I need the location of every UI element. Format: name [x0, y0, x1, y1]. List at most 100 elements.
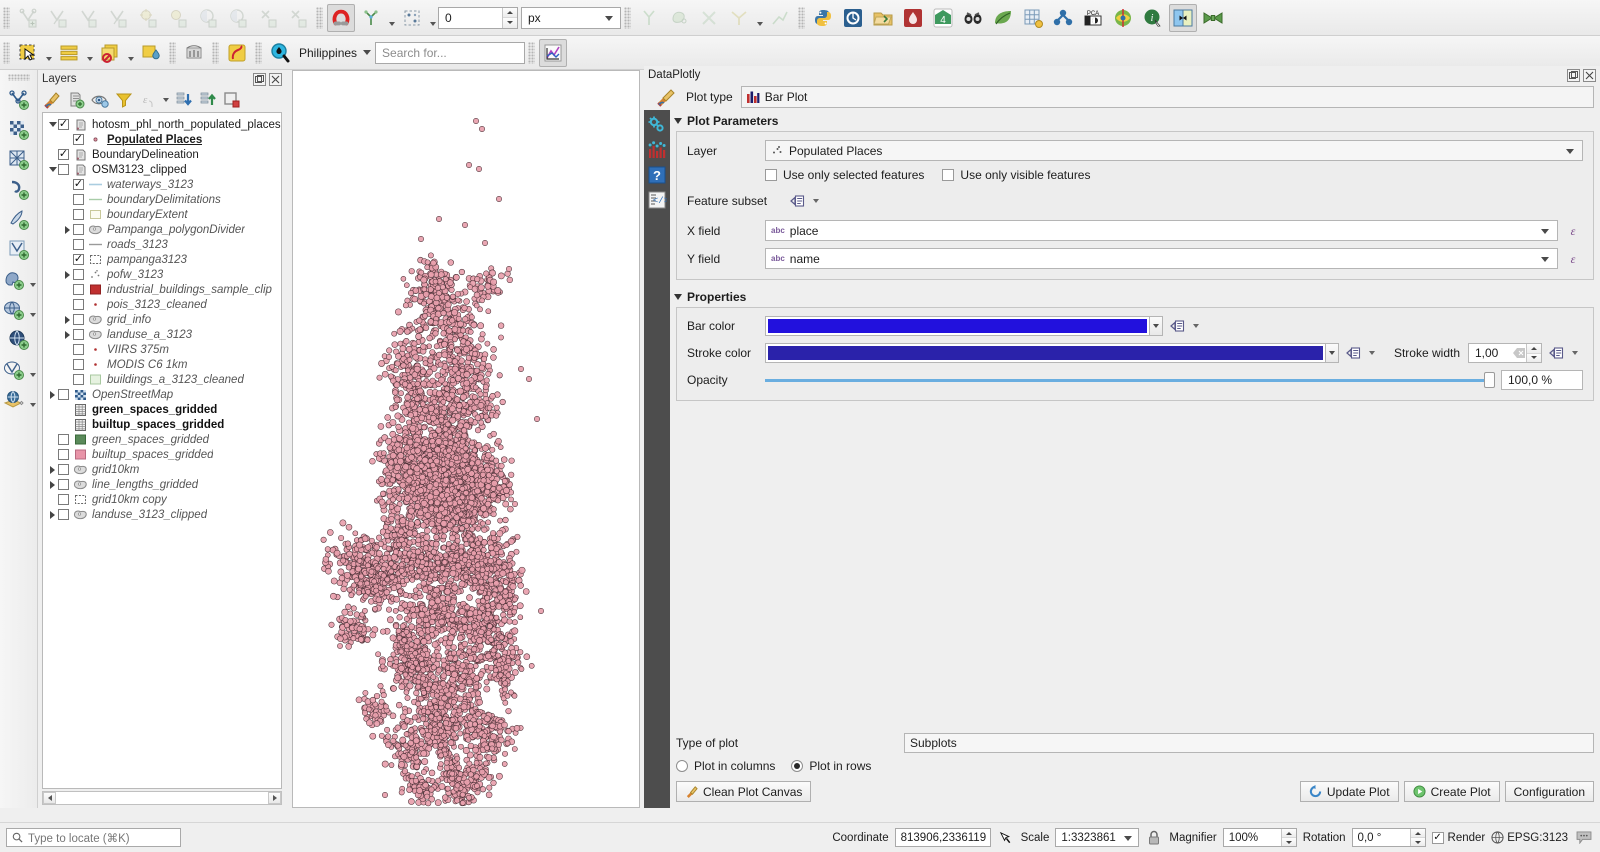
expand-collapse-right-icon[interactable] — [47, 511, 58, 519]
layer-tree-item[interactable]: buildings_a_3123_cleaned — [43, 372, 281, 387]
dataplotly-undock-icon[interactable] — [1567, 69, 1580, 82]
stroke-color-button[interactable] — [765, 343, 1326, 363]
bar-color-button[interactable] — [765, 316, 1150, 336]
layer-visibility-checkbox[interactable] — [58, 479, 69, 490]
layer-visibility-checkbox[interactable] — [73, 329, 84, 340]
layer-visibility-checkbox[interactable] — [73, 179, 84, 190]
deselect-features-icon[interactable] — [96, 39, 124, 67]
layer-tree-item[interactable]: grid10km copy — [43, 492, 281, 507]
layer-tree-item[interactable]: BoundaryDelineation — [43, 147, 281, 162]
layer-tree-item[interactable]: VIIRS 375m — [43, 342, 281, 357]
new-shapefile-layer-icon[interactable] — [5, 86, 33, 114]
select-features-caret-icon[interactable] — [43, 39, 54, 67]
scroll-right-icon[interactable] — [268, 792, 281, 804]
select-features-icon[interactable] — [14, 39, 42, 67]
snapping-type-caret-icon[interactable] — [427, 4, 438, 32]
layer-tree-item[interactable]: line_lengths_gridded — [43, 477, 281, 492]
add-vector-tile-layer-item[interactable] — [0, 355, 37, 385]
opacity-slider[interactable] — [765, 370, 1495, 390]
toggle-extents-icon[interactable] — [997, 830, 1015, 845]
magnifier-input[interactable]: 100% — [1223, 828, 1297, 847]
plot-in-rows-radio[interactable] — [791, 760, 803, 772]
expand-collapse-right-icon[interactable] — [47, 466, 58, 474]
offset-curve-icon[interactable] — [104, 4, 132, 32]
layer-visibility-checkbox[interactable] — [73, 254, 84, 265]
simplify-feature-icon[interactable] — [284, 4, 312, 32]
create-plot-button[interactable]: Create Plot — [1404, 781, 1500, 802]
toolbar2-grip-5[interactable] — [528, 42, 535, 64]
filter-legend-expression-icon[interactable]: ε — [137, 89, 159, 111]
expand-collapse-right-icon[interactable] — [47, 481, 58, 489]
add-wms-layer-item[interactable] — [0, 295, 37, 325]
expand-collapse-right-icon[interactable] — [62, 271, 73, 279]
layer-visibility-checkbox[interactable] — [58, 164, 69, 175]
add-vector-tile-caret-icon[interactable] — [28, 356, 37, 384]
pca-plugin-icon[interactable]: PCA — [1079, 4, 1107, 32]
plugin-manager-icon[interactable] — [839, 4, 867, 32]
trim-extend-icon[interactable] — [766, 4, 794, 32]
layer-visibility-checkbox[interactable] — [58, 464, 69, 475]
stroke-color-expression-icon[interactable] — [1344, 343, 1364, 363]
add-wms-layer-icon[interactable] — [0, 296, 28, 324]
rotation-input[interactable]: 0,0 ° — [1352, 828, 1426, 847]
layer-tree-item[interactable]: grid_info — [43, 312, 281, 327]
layer-tree-item[interactable]: green_spaces_gridded — [43, 402, 281, 417]
python-console-icon[interactable] — [809, 4, 837, 32]
plot-canvas-tab[interactable] — [646, 139, 668, 161]
stroke-width-expression-icon[interactable] — [1547, 343, 1567, 363]
mmqgis-icon[interactable] — [180, 39, 208, 67]
layer-visibility-checkbox[interactable] — [73, 224, 84, 235]
left-toolbar-grip[interactable] — [8, 74, 30, 81]
opacity-value-box[interactable]: 100,0 % — [1501, 370, 1583, 390]
expand-collapse-right-icon[interactable] — [62, 331, 73, 339]
layer-visibility-checkbox[interactable] — [73, 209, 84, 220]
update-plot-button[interactable]: Update Plot — [1300, 781, 1399, 802]
layer-visibility-checkbox[interactable] — [58, 494, 69, 505]
plot-in-columns-radio[interactable] — [676, 760, 688, 772]
layer-tree-item[interactable]: OpenStreetMap — [43, 387, 281, 402]
layer-visibility-checkbox[interactable] — [73, 239, 84, 250]
code-tab[interactable]: </> — [646, 189, 668, 211]
geocoder-icon[interactable] — [266, 39, 294, 67]
add-ring-icon[interactable] — [134, 4, 162, 32]
y-field-expression-icon[interactable]: ε — [1563, 249, 1583, 269]
add-group-icon[interactable] — [65, 89, 87, 111]
snapping-tolerance-input[interactable]: 0 — [438, 7, 518, 29]
layer-tree-item[interactable]: boundaryExtent — [43, 207, 281, 222]
expand-collapse-down-icon[interactable] — [47, 167, 58, 172]
coordinate-input[interactable]: 813906,2336119 — [895, 828, 991, 847]
delete-ring-icon[interactable] — [224, 4, 252, 32]
toolbar2-grip-2[interactable] — [169, 42, 176, 64]
expand-all-icon[interactable] — [173, 89, 195, 111]
expand-collapse-right-icon[interactable] — [62, 226, 73, 234]
add-part-icon[interactable] — [164, 4, 192, 32]
toolbar-grip[interactable] — [3, 7, 10, 29]
vertex-tool-all-layers-icon[interactable] — [44, 4, 72, 32]
deselect-caret-icon[interactable] — [125, 39, 136, 67]
new-virtual-layer-icon[interactable] — [5, 236, 33, 264]
feature-subset-expression-icon[interactable] — [788, 191, 808, 211]
layer-tree-item[interactable]: Populated Places — [43, 132, 281, 147]
region-combo[interactable]: Philippines — [295, 41, 375, 65]
layer-tree-item[interactable]: MODIS C6 1km — [43, 357, 281, 372]
add-postgis-layer-icon[interactable] — [0, 266, 28, 294]
stroke-color-expr-caret-icon[interactable] — [1364, 343, 1380, 363]
remove-layer-icon[interactable] — [221, 89, 243, 111]
add-wfs-layer-icon[interactable] — [5, 326, 33, 354]
collapse-triangle-icon[interactable] — [674, 118, 682, 124]
expand-collapse-right-icon[interactable] — [62, 316, 73, 324]
toolbar2-grip[interactable] — [3, 42, 10, 64]
grid-plugin-icon[interactable] — [1019, 4, 1047, 32]
layer-tree-item[interactable]: boundaryDelimitations — [43, 192, 281, 207]
use-only-selected-features-checkbox[interactable] — [765, 169, 777, 181]
x-field-combo[interactable]: abc place — [765, 220, 1558, 241]
locator-search-input[interactable]: Type to locate (⌘K) — [6, 828, 181, 847]
swipe-tool-icon[interactable] — [1169, 4, 1197, 32]
layer-tree-item[interactable]: landuse_a_3123 — [43, 327, 281, 342]
layer-combo[interactable]: Populated Places — [765, 140, 1583, 161]
dataplotly-close-icon[interactable] — [1583, 69, 1596, 82]
layer-visibility-checkbox[interactable] — [58, 434, 69, 445]
plot-parameters-header[interactable]: Plot Parameters — [670, 110, 1600, 131]
clean-plot-canvas-button[interactable]: Clean Plot Canvas — [676, 781, 811, 802]
geocoder-search-input[interactable]: Search for... — [375, 42, 525, 64]
